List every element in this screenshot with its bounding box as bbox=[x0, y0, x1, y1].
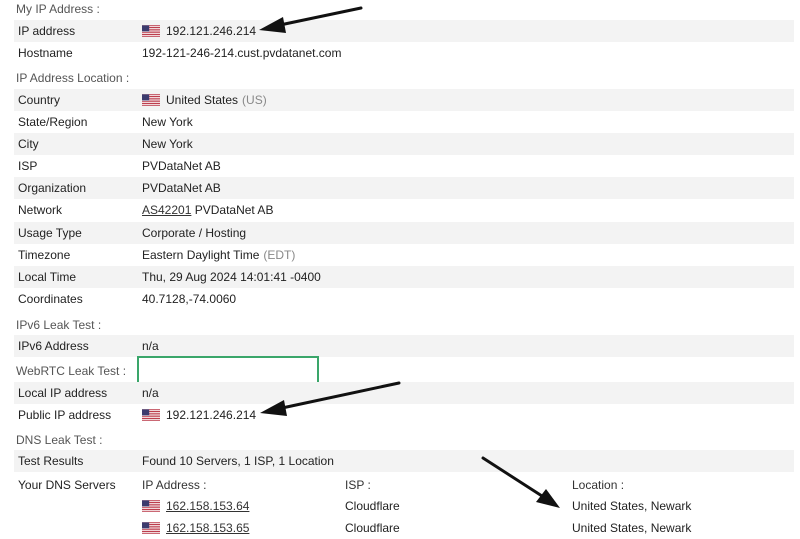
country-value: United States bbox=[166, 93, 239, 107]
ip-address-value: 192.121.246.214 bbox=[166, 24, 257, 38]
test-results-label: Test Results bbox=[18, 454, 84, 468]
local-time-value: Thu, 29 Aug 2024 14:01:41 -0400 bbox=[142, 270, 321, 284]
row-isp: ISP PVDataNet AB bbox=[14, 155, 794, 177]
row-hostname: Hostname 192-121-246-214.cust.pvdatanet.… bbox=[14, 42, 794, 64]
network-name: PVDataNet AB bbox=[194, 203, 274, 217]
dns-col-ip-header: IP Address : bbox=[142, 478, 207, 492]
timezone-value-cell: Eastern Daylight Time (EDT) bbox=[142, 248, 295, 262]
section-title-location: IP Address Location : bbox=[16, 71, 130, 85]
public-ip-value-cell: 192.121.246.214 bbox=[142, 408, 256, 422]
network-asn-link[interactable]: AS42201 bbox=[142, 203, 191, 217]
isp-label: ISP bbox=[18, 159, 38, 173]
dns-server-ip-cell: 162.158.153.64 bbox=[142, 499, 249, 513]
section-title-my-ip: My IP Address : bbox=[16, 2, 100, 16]
dns-server-isp: Cloudflare bbox=[345, 499, 400, 513]
dns-server-ip-link[interactable]: 162.158.153.64 bbox=[166, 499, 249, 513]
us-flag-icon bbox=[142, 25, 160, 37]
us-flag-icon bbox=[142, 500, 160, 512]
organization-value: PVDataNet AB bbox=[142, 181, 221, 195]
row-country: Country United States (US) bbox=[14, 89, 794, 111]
coordinates-value: 40.7128,-74.0060 bbox=[142, 292, 237, 306]
row-city: City New York bbox=[14, 133, 794, 155]
usage-type-label: Usage Type bbox=[18, 226, 82, 240]
public-ip-value: 192.121.246.214 bbox=[166, 408, 257, 422]
webrtc-result-box bbox=[137, 356, 319, 385]
city-label: City bbox=[18, 137, 39, 151]
dns-server-ip-link[interactable]: 162.158.153.65 bbox=[166, 521, 249, 535]
row-ip-address: IP address 192.121.246.214 bbox=[14, 20, 794, 42]
public-ip-label: Public IP address bbox=[18, 408, 112, 422]
network-label: Network bbox=[18, 203, 63, 217]
row-usage-type: Usage Type Corporate / Hosting bbox=[14, 222, 794, 244]
local-time-label: Local Time bbox=[18, 270, 77, 284]
test-results-value: Found 10 Servers, 1 ISP, 1 Location bbox=[142, 454, 334, 468]
row-coordinates: Coordinates 40.7128,-74.0060 bbox=[14, 288, 794, 310]
row-local-time: Local Time Thu, 29 Aug 2024 14:01:41 -04… bbox=[14, 266, 794, 288]
us-flag-icon bbox=[142, 94, 160, 106]
row-state: State/Region New York bbox=[14, 111, 794, 133]
section-title-webrtc: WebRTC Leak Test : bbox=[16, 364, 127, 378]
state-value: New York bbox=[142, 115, 193, 129]
dns-servers-label: Your DNS Servers bbox=[18, 478, 116, 492]
us-flag-icon bbox=[142, 409, 160, 421]
row-test-results: Test Results Found 10 Servers, 1 ISP, 1 … bbox=[14, 450, 794, 472]
row-local-ip: Local IP address n/a bbox=[14, 382, 794, 404]
ipv6-address-label: IPv6 Address bbox=[18, 339, 89, 353]
ipv6-address-value: n/a bbox=[142, 339, 159, 353]
row-network: Network AS42201 PVDataNet AB bbox=[14, 199, 794, 221]
section-title-dns: DNS Leak Test : bbox=[16, 433, 103, 447]
hostname-label: Hostname bbox=[18, 46, 73, 60]
timezone-label: Timezone bbox=[18, 248, 71, 262]
us-flag-icon bbox=[142, 522, 160, 534]
timezone-value: Eastern Daylight Time bbox=[142, 248, 260, 262]
organization-label: Organization bbox=[18, 181, 87, 195]
row-public-ip: Public IP address 192.121.246.214 bbox=[14, 404, 794, 426]
section-title-ipv6: IPv6 Leak Test : bbox=[16, 318, 102, 332]
row-organization: Organization PVDataNet AB bbox=[14, 177, 794, 199]
dns-server-location: United States, Newark bbox=[572, 499, 692, 513]
row-ipv6-address: IPv6 Address n/a bbox=[14, 335, 794, 357]
country-code: (US) bbox=[242, 93, 267, 107]
country-value-cell: United States (US) bbox=[142, 93, 267, 107]
dns-server-location: United States, Newark bbox=[572, 521, 692, 535]
local-ip-label: Local IP address bbox=[18, 386, 108, 400]
dns-col-location-header: Location : bbox=[572, 478, 625, 492]
dns-server-isp: Cloudflare bbox=[345, 521, 400, 535]
ip-address-label: IP address bbox=[18, 24, 76, 38]
city-value: New York bbox=[142, 137, 193, 151]
dns-server-ip-cell: 162.158.153.65 bbox=[142, 521, 249, 535]
hostname-value: 192-121-246-214.cust.pvdatanet.com bbox=[142, 46, 342, 60]
ip-address-value-cell: 192.121.246.214 bbox=[142, 24, 256, 38]
country-label: Country bbox=[18, 93, 61, 107]
local-ip-value: n/a bbox=[142, 386, 159, 400]
coordinates-label: Coordinates bbox=[18, 292, 83, 306]
usage-type-value: Corporate / Hosting bbox=[142, 226, 247, 240]
state-label: State/Region bbox=[18, 115, 88, 129]
network-value-cell: AS42201 PVDataNet AB bbox=[142, 203, 273, 217]
timezone-abbr: (EDT) bbox=[263, 248, 296, 262]
dns-col-isp-header: ISP : bbox=[345, 478, 371, 492]
isp-value: PVDataNet AB bbox=[142, 159, 221, 173]
row-timezone: Timezone Eastern Daylight Time (EDT) bbox=[14, 244, 794, 266]
